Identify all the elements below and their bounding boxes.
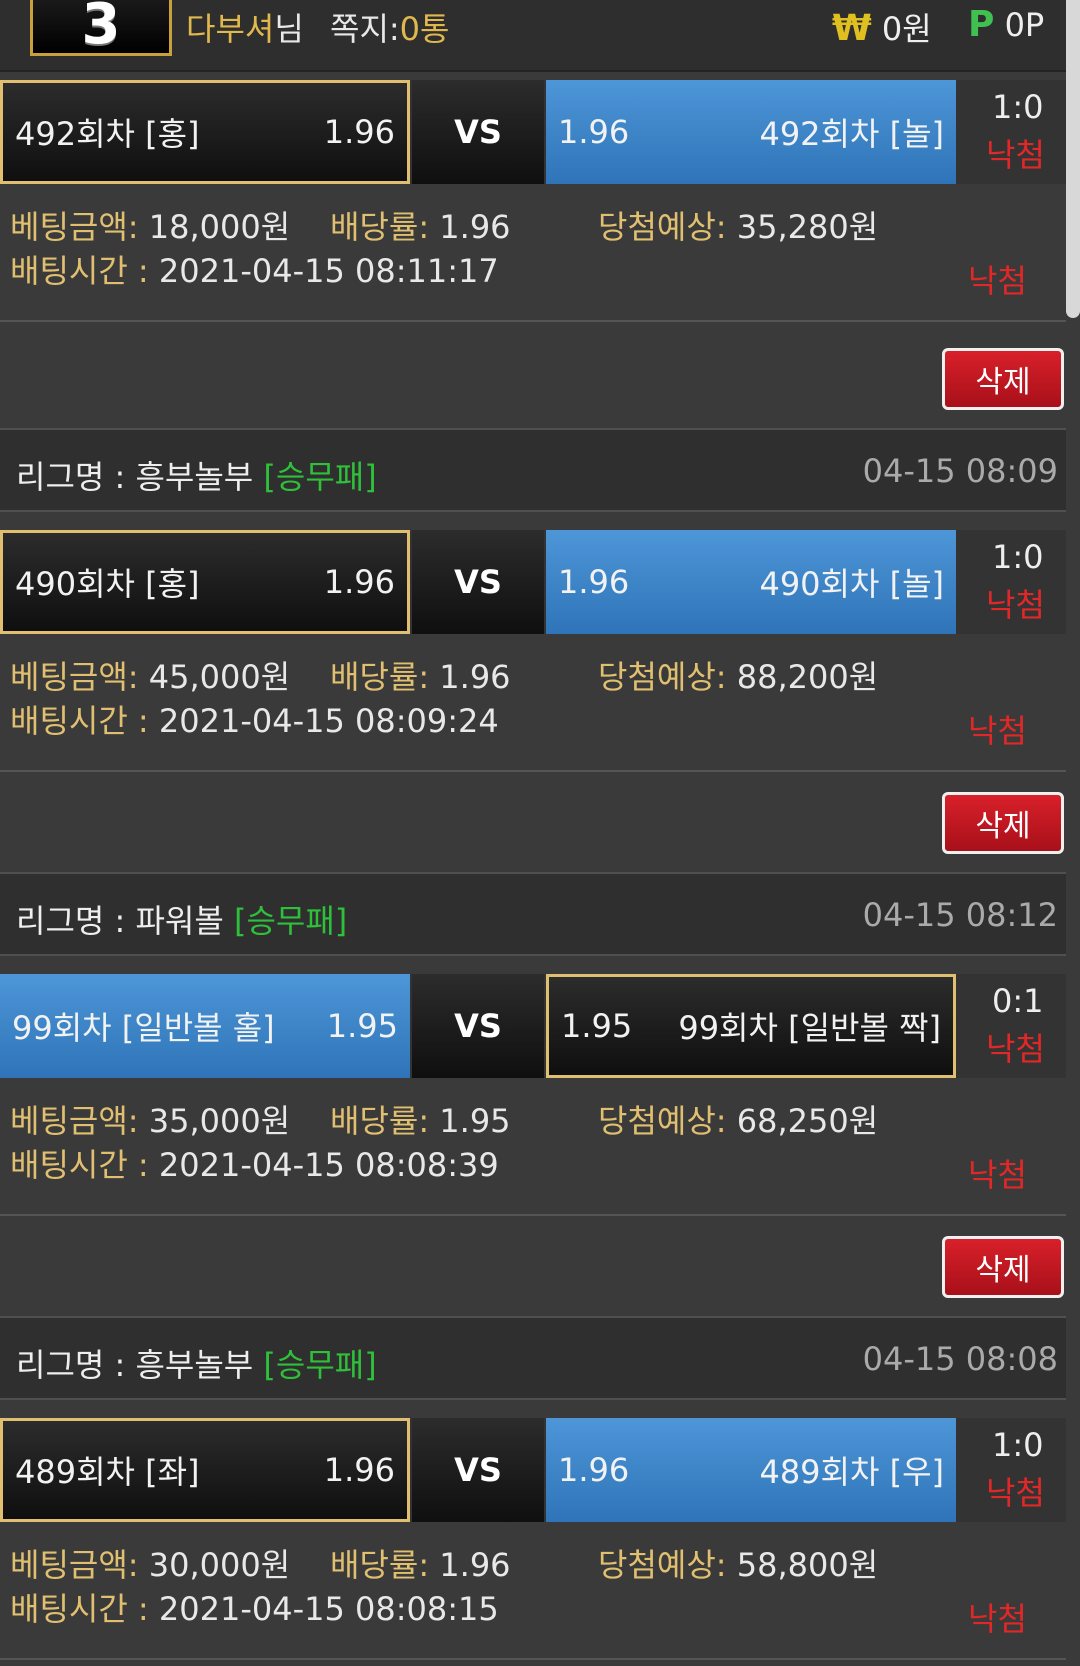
team-right[interactable]: 1.96 492회차 [놀] bbox=[546, 80, 956, 184]
league-name: 리그명 : 흥부놀부 [승무패] bbox=[16, 458, 377, 496]
vs-label: VS bbox=[412, 974, 544, 1078]
bet-info: 베팅금액: 35,000원 배당률: 1.95 당첨예상: 68,250원 배팅… bbox=[0, 1078, 1066, 1216]
point-balance: P 0P bbox=[968, 4, 1045, 45]
league-name: 리그명 : 흥부놀부 [승무패] bbox=[16, 1346, 377, 1384]
delete-row: 삭제 bbox=[0, 334, 1066, 430]
league-time: 04-15 08:12 bbox=[862, 896, 1058, 934]
match-row: 490회차 [홍] 1.96 VS 1.96 490회차 [놀] 1:0 낙첨 bbox=[0, 530, 1066, 638]
bet-time: 배팅시간 : 2021-04-15 08:08:15 bbox=[10, 1590, 499, 1628]
bet-result: 낙첨 bbox=[968, 1156, 1027, 1194]
delete-row: 삭제 bbox=[0, 1222, 1066, 1318]
match-row: 99회차 [일반볼 홀] 1.95 VS 1.95 99회차 [일반볼 짝] 0:1… bbox=[0, 974, 1066, 1082]
team-right[interactable]: 1.95 99회차 [일반볼 짝] bbox=[546, 974, 956, 1078]
bet-result: 낙첨 bbox=[968, 1600, 1027, 1638]
delete-button[interactable]: 삭제 bbox=[942, 1236, 1064, 1298]
bet-amount: 베팅금액: 35,000원 bbox=[10, 1102, 291, 1140]
vs-label: VS bbox=[412, 530, 544, 634]
team-left[interactable]: 489회차 [좌] 1.96 bbox=[0, 1418, 410, 1522]
bet-time: 배팅시간 : 2021-04-15 08:11:17 bbox=[10, 252, 499, 290]
league-row: 리그명 : 흥부놀부 [승무패] 04-15 08:08 bbox=[0, 1316, 1066, 1400]
team-left[interactable]: 490회차 [홍] 1.96 bbox=[0, 530, 410, 634]
bet-amount: 베팅금액: 18,000원 bbox=[10, 208, 291, 246]
score: 1:0 bbox=[992, 1426, 1044, 1464]
score: 0:1 bbox=[992, 982, 1044, 1020]
bet-amount: 베팅금액: 30,000원 bbox=[10, 1546, 291, 1584]
expected-win: 당첨예상: 68,250원 bbox=[598, 1102, 879, 1140]
money-balance: ₩ 0원 bbox=[832, 8, 932, 49]
odds: 배당률: 1.96 bbox=[330, 1546, 511, 1584]
league-name: 리그명 : 파워볼 [승무패] bbox=[16, 902, 348, 940]
match-row: 489회차 [좌] 1.96 VS 1.96 489회차 [우] 1:0 낙첨 bbox=[0, 1418, 1066, 1526]
bet-info: 베팅금액: 45,000원 배당률: 1.96 당첨예상: 88,200원 배팅… bbox=[0, 634, 1066, 772]
odds: 배당률: 1.95 bbox=[330, 1102, 511, 1140]
bet-info: 베팅금액: 30,000원 배당률: 1.96 당첨예상: 58,800원 배팅… bbox=[0, 1522, 1066, 1660]
expected-win: 당첨예상: 35,280원 bbox=[598, 208, 879, 246]
match-result: 낙첨 bbox=[986, 136, 1045, 174]
team-right[interactable]: 1.96 489회차 [우] bbox=[546, 1418, 956, 1522]
bet-amount: 베팅금액: 45,000원 bbox=[10, 658, 291, 696]
match-result: 낙첨 bbox=[986, 1030, 1045, 1068]
score: 1:0 bbox=[992, 88, 1044, 126]
expected-win: 당첨예상: 58,800원 bbox=[598, 1546, 879, 1584]
league-row: 리그명 : 흥부놀부 [승무패] 04-15 08:09 bbox=[0, 428, 1066, 512]
message-count[interactable]: 쪽지:0통 bbox=[330, 4, 449, 50]
league-time: 04-15 08:08 bbox=[862, 1340, 1058, 1378]
delete-button[interactable]: 삭제 bbox=[942, 348, 1064, 410]
top-bar: 3 다부셔님 쪽지:0통 ₩ 0원 P 0P bbox=[0, 0, 1080, 72]
bet-info: 베팅금액: 18,000원 배당률: 1.96 당첨예상: 35,280원 배팅… bbox=[0, 184, 1066, 322]
bet-result: 낙첨 bbox=[968, 712, 1027, 750]
won-icon: ₩ bbox=[832, 8, 872, 49]
match-result: 낙첨 bbox=[986, 1474, 1045, 1512]
team-left[interactable]: 99회차 [일반볼 홀] 1.95 bbox=[0, 974, 410, 1078]
delete-row: 삭제 bbox=[0, 778, 1066, 874]
odds: 배당률: 1.96 bbox=[330, 208, 511, 246]
match-row: 492회차 [홍] 1.96 VS 1.96 492회차 [놀] 1:0 낙첨 bbox=[0, 80, 1066, 188]
league-time: 04-15 08:09 bbox=[862, 452, 1058, 490]
scrollbar[interactable] bbox=[1066, 0, 1080, 318]
delete-button[interactable]: 삭제 bbox=[942, 792, 1064, 854]
expected-win: 당첨예상: 88,200원 bbox=[598, 658, 879, 696]
point-icon: P bbox=[968, 4, 995, 45]
odds: 배당률: 1.96 bbox=[330, 658, 511, 696]
level-number: 3 bbox=[81, 0, 121, 57]
match-result: 낙첨 bbox=[986, 586, 1045, 624]
bet-time: 배팅시간 : 2021-04-15 08:09:24 bbox=[10, 702, 499, 740]
username[interactable]: 다부셔님 bbox=[186, 4, 304, 50]
level-badge: 3 bbox=[30, 0, 172, 56]
score: 1:0 bbox=[992, 538, 1044, 576]
vs-label: VS bbox=[412, 80, 544, 184]
team-left[interactable]: 492회차 [홍] 1.96 bbox=[0, 80, 410, 184]
bet-result: 낙첨 bbox=[968, 262, 1027, 300]
bet-time: 배팅시간 : 2021-04-15 08:08:39 bbox=[10, 1146, 499, 1184]
team-right[interactable]: 1.96 490회차 [놀] bbox=[546, 530, 956, 634]
vs-label: VS bbox=[412, 1418, 544, 1522]
league-row: 리그명 : 파워볼 [승무패] 04-15 08:12 bbox=[0, 872, 1066, 956]
